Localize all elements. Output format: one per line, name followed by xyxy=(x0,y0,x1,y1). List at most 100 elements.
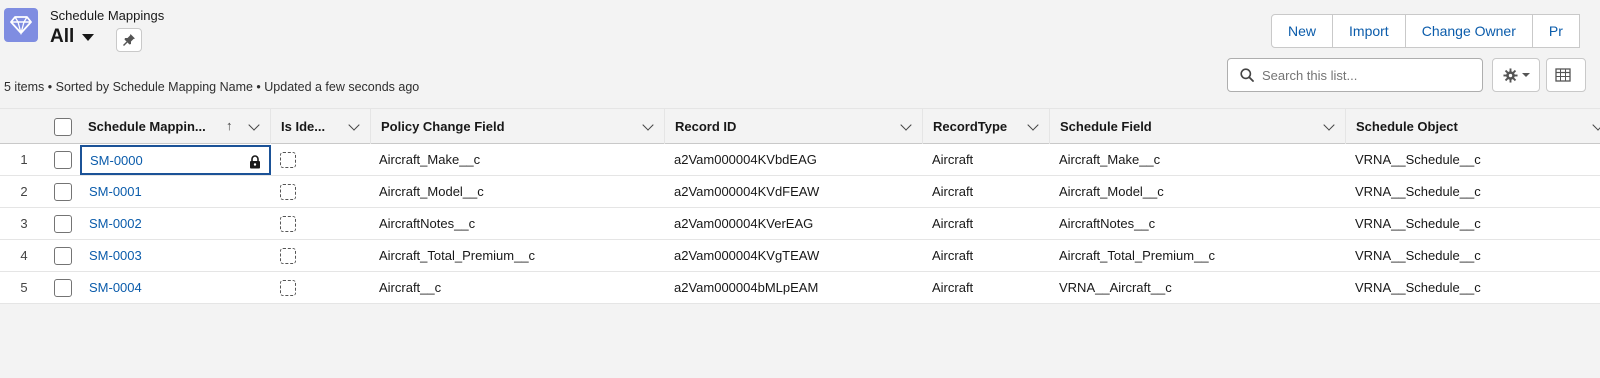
search-icon xyxy=(1240,68,1254,82)
chevron-down-icon[interactable] xyxy=(1592,119,1600,131)
change-owner-button[interactable]: Change Owner xyxy=(1404,14,1533,48)
policy-change-field-cell: Aircraft_Total_Premium__c xyxy=(379,248,536,263)
row-select-cell xyxy=(54,144,74,175)
display-as-button[interactable] xyxy=(1546,58,1586,92)
column-header-schedule-object[interactable]: Schedule Object xyxy=(1346,109,1600,144)
schedule-field-cell: AircraftNotes__c xyxy=(1059,216,1156,231)
column-header-policy-change-field[interactable]: Policy Change Field xyxy=(371,109,665,144)
table-body: 1 SM-0000 Aircraft_Make__c a2Vam000004KV… xyxy=(0,144,1600,304)
row-number: 4 xyxy=(20,248,28,263)
is-identifier-cell xyxy=(280,240,296,271)
is-identifier-cell xyxy=(280,208,296,239)
row-checkbox[interactable] xyxy=(54,246,72,265)
name-cell-focused[interactable]: SM-0000 xyxy=(80,145,271,175)
row-select-cell xyxy=(54,240,74,271)
column-header-is-identifier[interactable]: Is Ide... xyxy=(271,109,371,144)
list-meta-info: 5 items • Sorted by Schedule Mapping Nam… xyxy=(4,80,420,94)
sort-ascending-icon: ↑ xyxy=(226,118,233,133)
unchecked-box-icon xyxy=(280,151,296,168)
record-link[interactable]: SM-0001 xyxy=(89,184,142,199)
table-header: Schedule Mappin... ↑ Is Ide... Policy Ch… xyxy=(0,108,1600,144)
name-cell: SM-0001 xyxy=(89,176,142,207)
table-row: 4 SM-0003 Aircraft_Total_Premium__c a2Va… xyxy=(0,240,1600,272)
policy-change-field-cell: Aircraft_Make__c xyxy=(379,152,481,167)
select-all-cell xyxy=(48,109,78,144)
name-cell: SM-0003 xyxy=(89,240,142,271)
overflow-button[interactable]: Pr xyxy=(1531,14,1580,48)
caret-down-icon xyxy=(1521,73,1530,77)
search-box[interactable] xyxy=(1227,58,1483,92)
schedule-field-cell: VRNA__Aircraft__c xyxy=(1059,280,1172,295)
record-link[interactable]: SM-0003 xyxy=(89,248,142,263)
row-number: 3 xyxy=(20,216,28,231)
table-row: 2 SM-0001 Aircraft_Model__c a2Vam000004K… xyxy=(0,176,1600,208)
is-identifier-cell xyxy=(280,176,296,207)
row-number: 1 xyxy=(20,152,28,167)
schedule-field-cell: Aircraft_Make__c xyxy=(1059,152,1161,167)
record-id-cell: a2Vam000004KVdFEAW xyxy=(674,184,820,199)
record-id-cell: a2Vam000004KVbdEAG xyxy=(674,152,817,167)
pin-icon xyxy=(123,34,135,46)
new-button[interactable]: New xyxy=(1271,14,1334,48)
record-id-cell: a2Vam000004KVgTEAW xyxy=(674,248,820,263)
select-all-checkbox[interactable] xyxy=(54,117,72,136)
diamond-icon xyxy=(4,8,38,42)
name-cell: SM-0004 xyxy=(89,272,142,303)
chevron-down-icon[interactable] xyxy=(900,119,912,131)
caret-down-icon[interactable] xyxy=(82,33,95,41)
chevron-down-icon[interactable] xyxy=(1027,119,1039,131)
list-settings-button[interactable] xyxy=(1492,58,1540,92)
data-table: Schedule Mappin... ↑ Is Ide... Policy Ch… xyxy=(0,108,1600,304)
schedule-object-cell: VRNA__Schedule__c xyxy=(1355,216,1481,231)
record-type-cell: Aircraft xyxy=(932,248,974,263)
row-checkbox[interactable] xyxy=(54,214,72,233)
column-header-schedule-mapping-name[interactable]: Schedule Mappin... ↑ xyxy=(78,109,271,144)
view-selector[interactable]: All xyxy=(50,26,95,48)
record-id-cell: a2Vam000004bMLpEAM xyxy=(674,280,819,295)
object-label: Schedule Mappings xyxy=(50,8,165,23)
table-row: 5 SM-0004 Aircraft__c a2Vam000004bMLpEAM… xyxy=(0,272,1600,304)
name-cell: SM-0002 xyxy=(89,208,142,239)
list-view-header: Schedule Mappings All New Import Change … xyxy=(0,0,1600,108)
row-select-cell xyxy=(54,272,74,303)
record-type-cell: Aircraft xyxy=(932,152,974,167)
pin-button[interactable] xyxy=(116,28,142,52)
record-type-cell: Aircraft xyxy=(932,280,974,295)
chevron-down-icon[interactable] xyxy=(642,119,654,131)
row-select-cell xyxy=(54,208,74,239)
chevron-down-icon[interactable] xyxy=(348,119,360,131)
import-button[interactable]: Import xyxy=(1332,14,1406,48)
search-input[interactable] xyxy=(1262,67,1462,83)
record-link[interactable]: SM-0000 xyxy=(90,153,143,168)
row-number: 2 xyxy=(20,184,28,199)
chevron-down-icon[interactable] xyxy=(1323,119,1335,131)
empty-area xyxy=(0,304,1600,378)
row-checkbox[interactable] xyxy=(54,182,72,201)
view-name[interactable]: All xyxy=(50,26,74,48)
table-icon xyxy=(1555,68,1571,82)
record-link[interactable]: SM-0004 xyxy=(89,280,142,295)
column-header-record-id[interactable]: Record ID xyxy=(665,109,923,144)
record-type-cell: Aircraft xyxy=(932,184,974,199)
record-link[interactable]: SM-0002 xyxy=(89,216,142,231)
row-checkbox[interactable] xyxy=(54,150,72,169)
table-row: 3 SM-0002 AircraftNotes__c a2Vam000004KV… xyxy=(0,208,1600,240)
schedule-object-cell: VRNA__Schedule__c xyxy=(1355,184,1481,199)
policy-change-field-cell: AircraftNotes__c xyxy=(379,216,476,231)
row-select-cell xyxy=(54,176,74,207)
unchecked-box-icon xyxy=(280,215,296,232)
is-identifier-cell xyxy=(280,144,296,175)
record-id-cell: a2Vam000004KVerEAG xyxy=(674,216,814,231)
table-row: 1 SM-0000 Aircraft_Make__c a2Vam000004KV… xyxy=(0,144,1600,176)
row-checkbox[interactable] xyxy=(54,278,72,297)
schedule-object-cell: VRNA__Schedule__c xyxy=(1355,248,1481,263)
schedule-object-cell: VRNA__Schedule__c xyxy=(1355,152,1481,167)
column-header-schedule-field[interactable]: Schedule Field xyxy=(1050,109,1346,144)
unchecked-box-icon xyxy=(280,183,296,200)
action-button-group: New Import Change Owner Pr xyxy=(1271,14,1580,48)
policy-change-field-cell: Aircraft_Model__c xyxy=(379,184,484,199)
column-header-record-type[interactable]: RecordType xyxy=(923,109,1050,144)
schedule-field-cell: Aircraft_Model__c xyxy=(1059,184,1164,199)
row-number: 5 xyxy=(20,280,28,295)
chevron-down-icon[interactable] xyxy=(248,119,260,131)
